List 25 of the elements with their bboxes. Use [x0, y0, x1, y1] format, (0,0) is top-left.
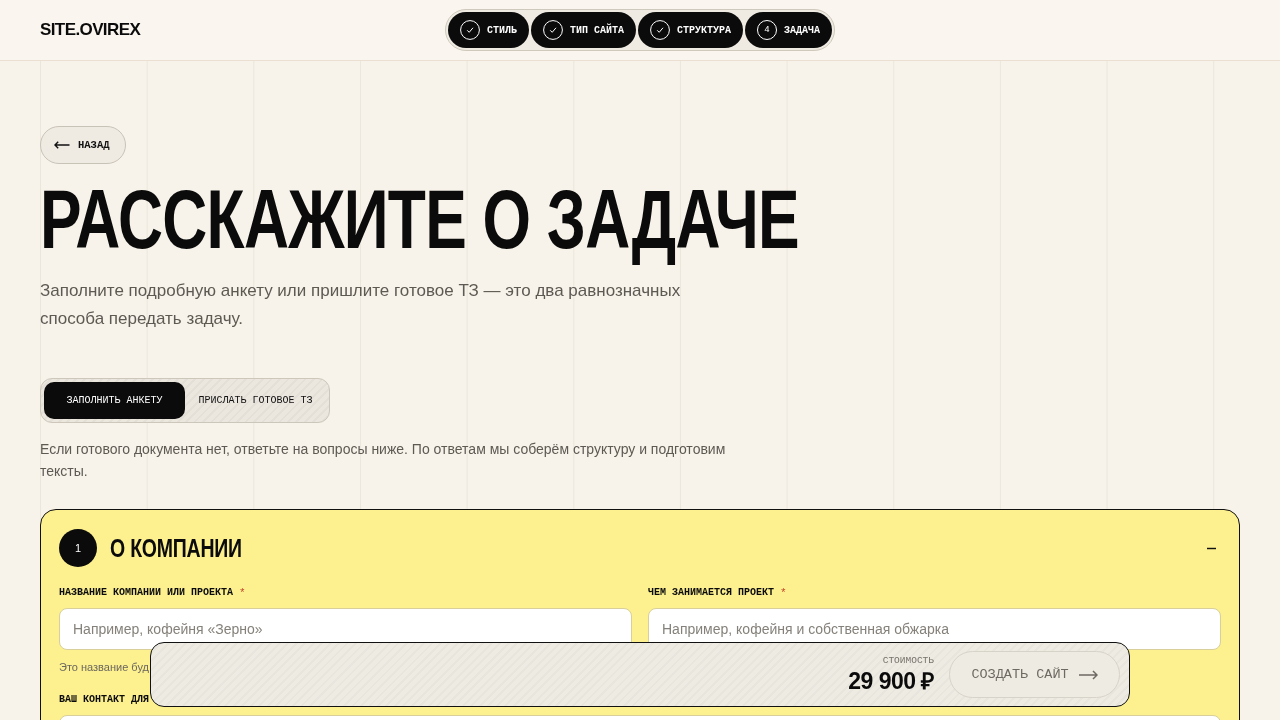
arrow-right-icon	[1078, 669, 1098, 680]
arrow-left-icon	[54, 141, 70, 149]
field-label: ЧЕМ ЗАНИМАЕТСЯ ПРОЕКТ	[648, 587, 775, 599]
site-logo[interactable]: SITE.OVIREX	[40, 20, 141, 39]
price-value: 29 900 ₽	[848, 668, 934, 694]
step-tab[interactable]: 4 ЗАДАЧА	[745, 12, 833, 48]
check-circle-icon	[650, 20, 670, 40]
step-tab[interactable]: ТИП САЙТА	[531, 12, 636, 48]
step-tab[interactable]: СТРУКТУРА	[638, 12, 743, 48]
check-circle-icon	[459, 20, 480, 40]
back-button[interactable]: НАЗАД	[40, 126, 126, 164]
check-circle-icon	[543, 20, 563, 40]
field-hint: Это название буд	[59, 660, 149, 675]
field-label: НАЗВАНИЕ КОМПАНИИ ИЛИ ПРОЕКТА	[59, 587, 234, 599]
required-asterisk: *	[239, 587, 246, 599]
page-subtitle: Заполните подробную анкету или пришлите готовое ТЗ — это два равнозначных способа передать задачу.	[40, 280, 682, 330]
price-label: СТОИМОСТЬ	[882, 655, 934, 667]
section-title[interactable]: О КОМПАНИИ	[110, 533, 242, 563]
section-number: 1	[59, 529, 97, 567]
field-label: ВАШ КОНТАКТ ДЛЯ	[59, 694, 149, 706]
step-tab[interactable]: СТИЛЬ	[447, 12, 529, 48]
instruction-text: Если готового документа нет, ответьте на вопросы ниже. По ответам мы соберём структуру и подготовим тексты.	[40, 440, 727, 481]
mode-tab[interactable]: ПРИСЛАТЬ ГОТОВОЕ ТЗ	[185, 382, 326, 419]
mode-tab[interactable]: ЗАПОЛНИТЬ АНКЕТУ	[44, 382, 185, 419]
required-asterisk: *	[780, 587, 787, 599]
